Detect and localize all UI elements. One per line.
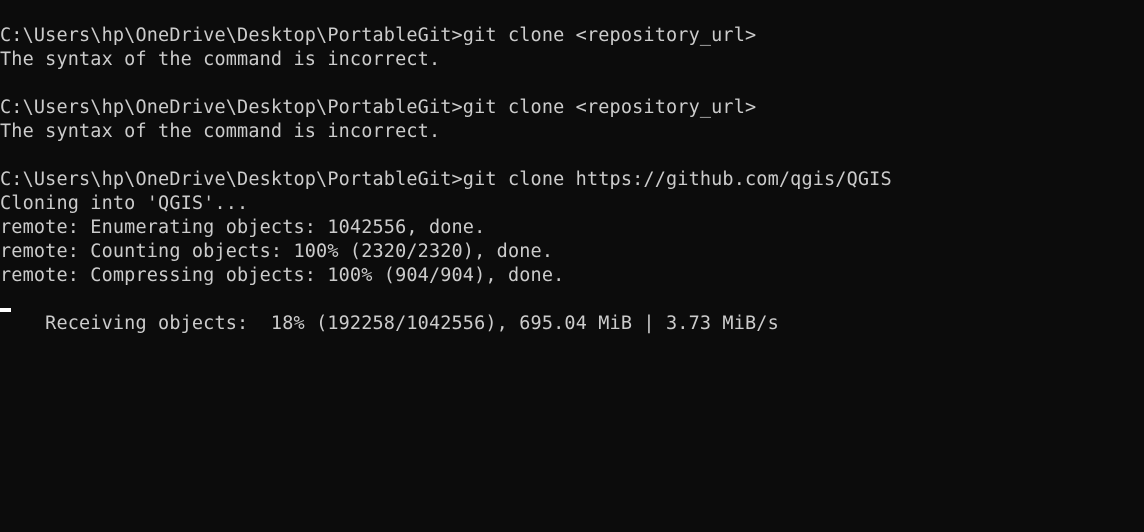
output-line: remote: Counting objects: 100% (2320/232… bbox=[0, 241, 554, 262]
prompt-line: C:\Users\hp\OneDrive\Desktop\PortableGit… bbox=[0, 25, 757, 46]
prompt-line: C:\Users\hp\OneDrive\Desktop\PortableGit… bbox=[0, 97, 757, 118]
error-line: The syntax of the command is incorrect. bbox=[0, 49, 441, 70]
text-cursor bbox=[0, 308, 11, 312]
progress-line: Receiving objects: 18% (192258/1042556),… bbox=[0, 288, 1144, 334]
error-line: The syntax of the command is incorrect. bbox=[0, 121, 441, 142]
output-line: remote: Compressing objects: 100% (904/9… bbox=[0, 265, 565, 286]
output-line: Cloning into 'QGIS'... bbox=[0, 193, 249, 214]
progress-text: Receiving objects: 18% (192258/1042556),… bbox=[45, 313, 779, 334]
prompt-line: C:\Users\hp\OneDrive\Desktop\PortableGit… bbox=[0, 169, 892, 190]
terminal-output[interactable]: C:\Users\hp\OneDrive\Desktop\PortableGit… bbox=[0, 0, 1144, 532]
output-line: remote: Enumerating objects: 1042556, do… bbox=[0, 217, 486, 238]
